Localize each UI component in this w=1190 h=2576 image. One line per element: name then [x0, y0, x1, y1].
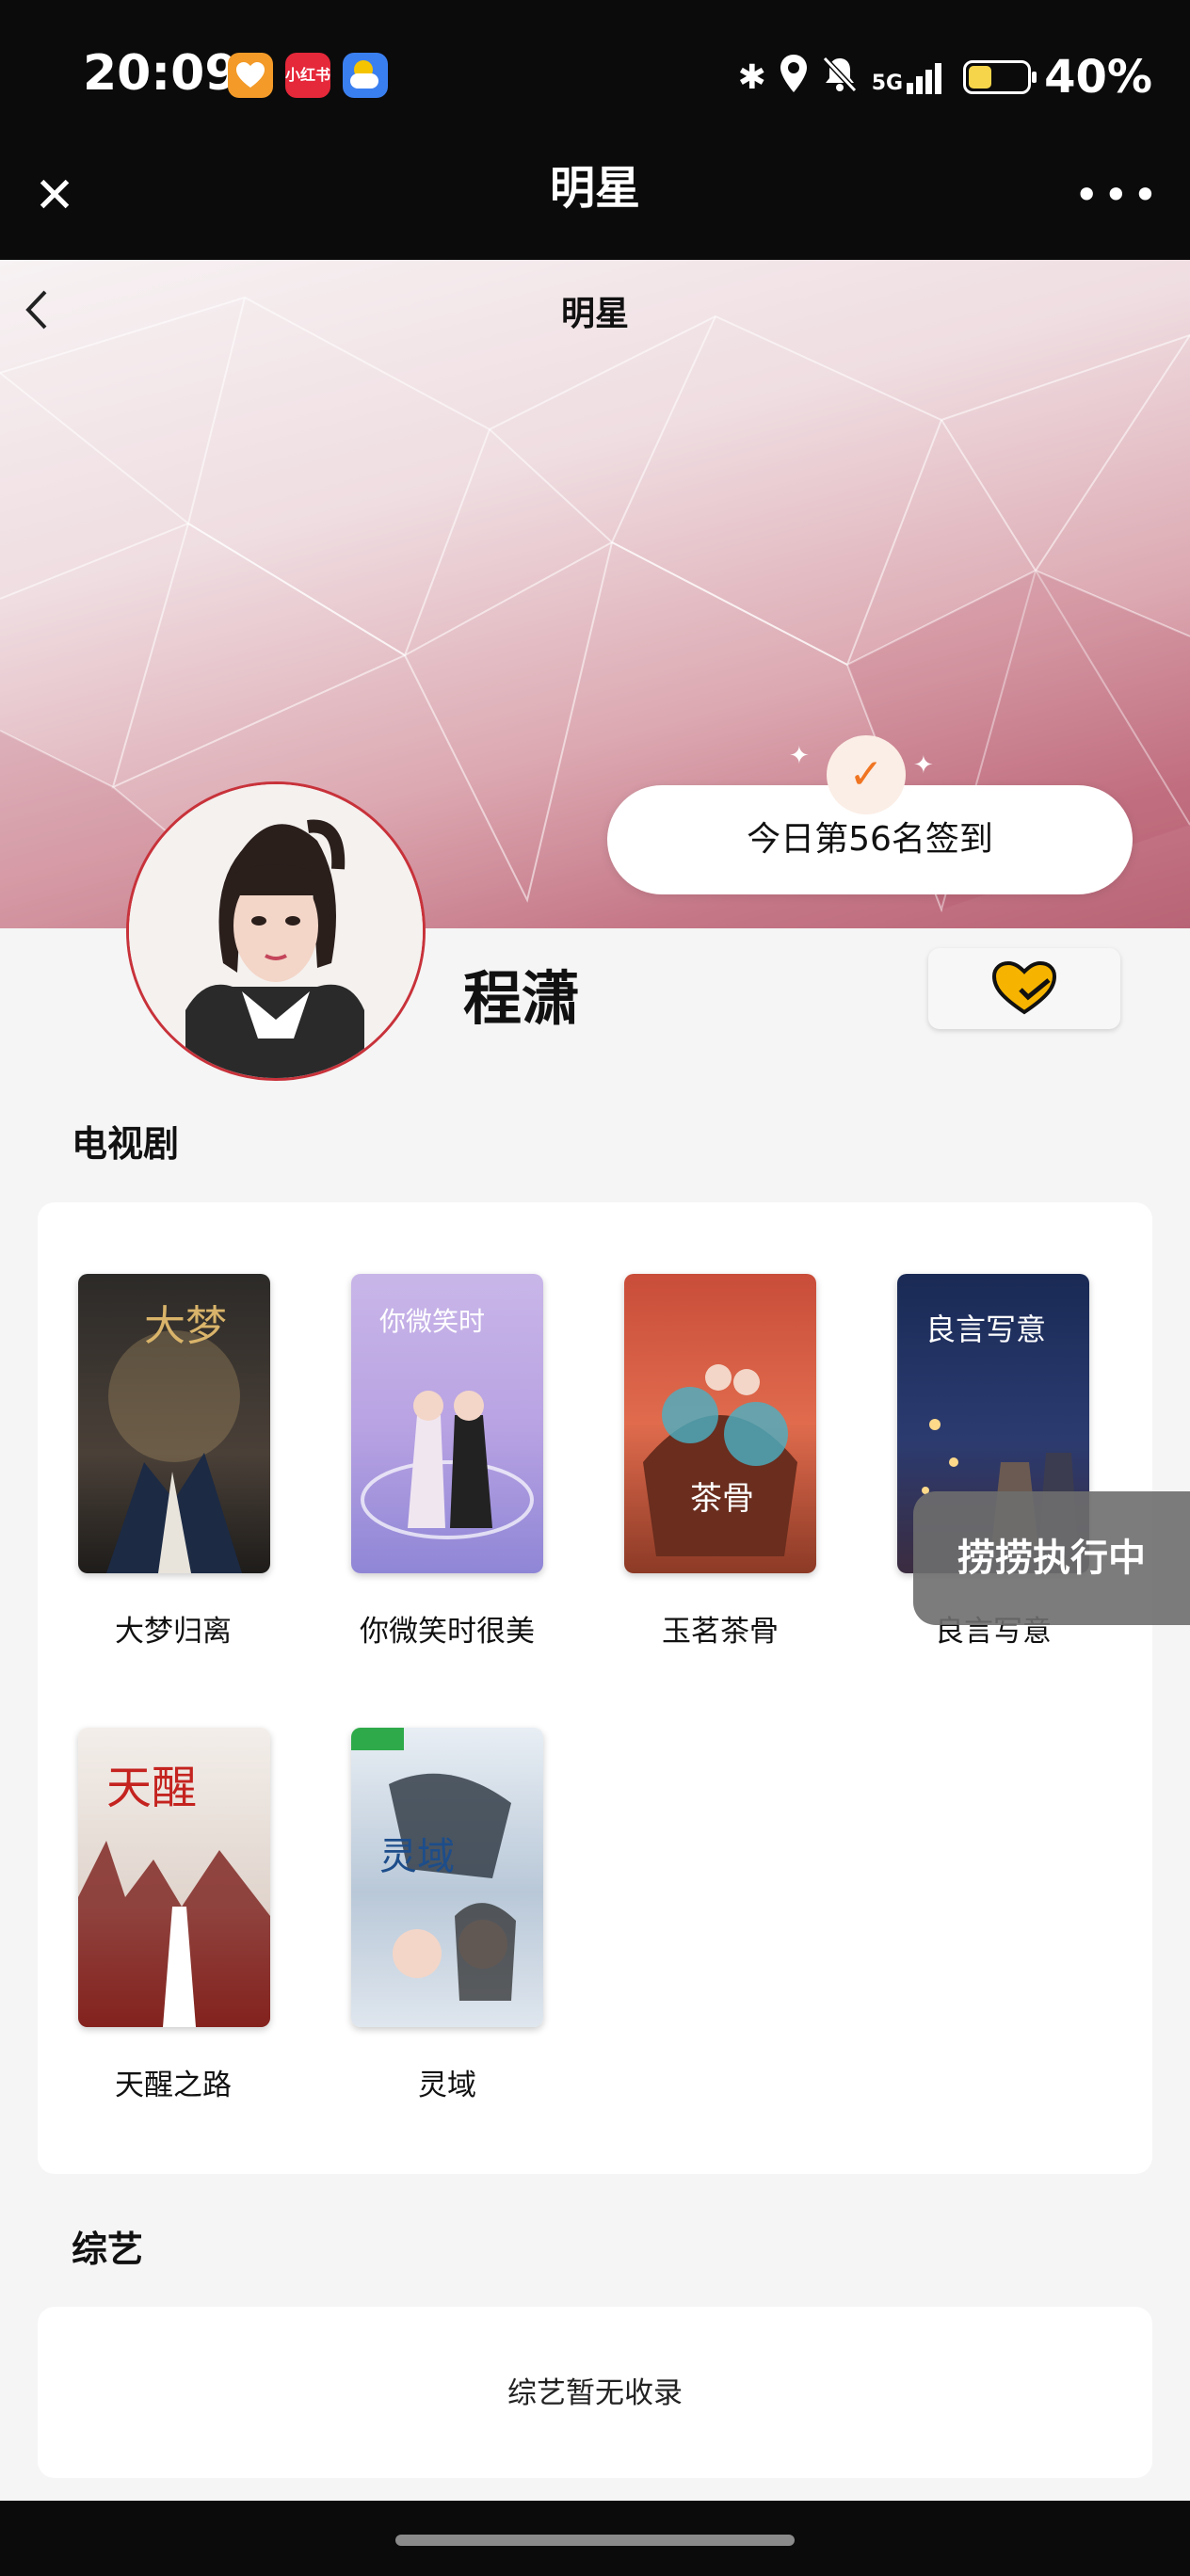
network-label: 5G [871, 72, 904, 95]
tv-title-1[interactable]: 大梦归离 [37, 1607, 310, 1650]
status-bar: 20:09 小红书 ✱ 5G 40% [0, 0, 1190, 141]
tv-poster-3[interactable]: 茶骨 [624, 1274, 816, 1573]
mute-bell-icon [821, 55, 859, 101]
section-title-variety: 综艺 [72, 2229, 144, 2270]
system-nav-bar [0, 2501, 1190, 2576]
home-indicator[interactable] [395, 2535, 795, 2546]
svg-text:天醒: 天醒 [106, 1762, 197, 1814]
tv-title-3[interactable]: 玉茗茶骨 [584, 1607, 857, 1650]
svg-text:大梦: 大梦 [144, 1302, 227, 1350]
svg-text:灵域: 灵域 [379, 1835, 455, 1878]
tv-poster-5[interactable]: 天醒 [78, 1728, 270, 2027]
tv-poster-6[interactable]: 灵域 [351, 1728, 543, 2027]
star-name: 程潇 [463, 964, 581, 1033]
tv-poster-1[interactable]: 大梦 [78, 1274, 270, 1573]
svg-text:你微笑时: 你微笑时 [379, 1306, 485, 1337]
variety-card: 综艺暂无收录 [38, 2307, 1152, 2478]
tv-title-6[interactable]: 灵域 [311, 2061, 584, 2103]
tv-title-5[interactable]: 天醒之路 [37, 2061, 310, 2103]
status-time: 20:09 [83, 45, 239, 102]
hero-title: 明星 [560, 295, 629, 333]
tv-card: 大梦 大梦归离 你微笑时 你微笑时很美 茶骨 玉茗茶骨 良言写意 良言写意 天醒… [38, 1202, 1152, 2174]
sparkle-icon: ✦ [913, 751, 934, 780]
signal-icon: 5G [872, 60, 950, 94]
bluetooth-icon: ✱ [737, 57, 766, 97]
svg-text:茶骨: 茶骨 [690, 1480, 754, 1518]
app-bar-title: 明星 [549, 162, 640, 215]
svg-text:良言写意: 良言写意 [925, 1312, 1046, 1347]
status-right: ✱ 5G 40% [738, 49, 1152, 105]
heart-app-icon [228, 53, 273, 98]
tv-poster-2[interactable]: 你微笑时 [351, 1274, 543, 1573]
tv-title-2[interactable]: 你微笑时很美 [311, 1607, 584, 1650]
section-title-tv: 电视剧 [72, 1123, 180, 1165]
avatar-portrait [129, 784, 423, 1078]
app-bar: ✕ 明星 ••• [0, 141, 1190, 260]
avatar [126, 781, 426, 1081]
heart-check-icon [992, 961, 1056, 1015]
weather-icon [343, 53, 388, 98]
battery-icon [963, 60, 1037, 94]
more-icon[interactable]: ••• [1074, 169, 1162, 220]
variety-empty-text: 综艺暂无收录 [507, 2376, 683, 2410]
xiaohongshu-icon: 小红书 [285, 53, 330, 98]
battery-fill [969, 66, 992, 89]
floating-status-toast[interactable]: 捞捞执行中 [913, 1491, 1190, 1625]
location-icon [780, 54, 808, 101]
battery-percent: 40% [1044, 51, 1152, 104]
check-icon: ✓ [827, 735, 906, 814]
sparkle-icon: ✦ [789, 742, 810, 770]
follow-button[interactable] [928, 948, 1120, 1029]
